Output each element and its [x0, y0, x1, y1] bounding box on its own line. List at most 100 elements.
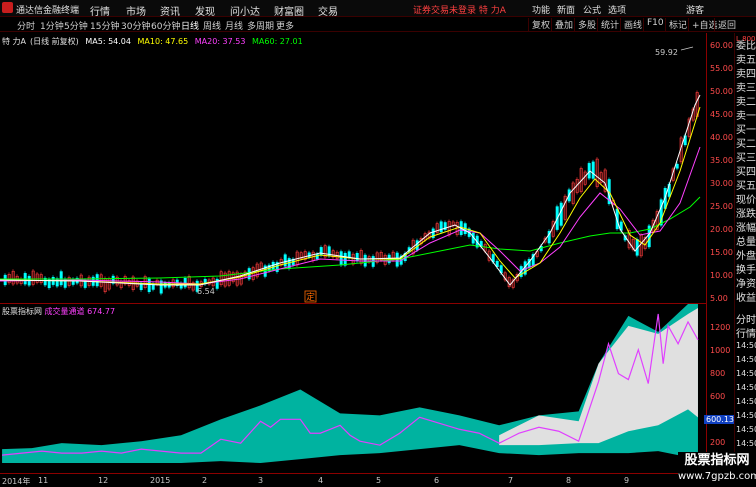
time-label: 2015 [150, 476, 171, 485]
price-chart[interactable]: 59.92 6.54 定 [0, 33, 706, 303]
period-toolbar: 分时 1分钟 5分钟 15分钟 30分钟 60分钟 日线 周线 月线 多周期 更… [0, 17, 756, 32]
candle-body [59, 271, 63, 286]
mark-button[interactable]: 标记 [665, 18, 687, 31]
candle-body [339, 251, 343, 266]
side-item: 买三 [736, 153, 756, 164]
time-label: 6 [434, 476, 440, 485]
event-marker[interactable]: 定 [306, 291, 315, 303]
time-label: 5 [376, 476, 382, 485]
period-intraday[interactable]: 分时 [17, 19, 35, 32]
menu-quotes[interactable]: 行情 [90, 3, 110, 18]
menu-market[interactable]: 市场 [126, 3, 146, 18]
high-price-label: 59.92 [655, 48, 678, 57]
overlay-button[interactable]: 叠加 [551, 18, 573, 31]
menu-ask[interactable]: 问小达 [230, 3, 260, 18]
price-tick: 15.00 [710, 248, 733, 257]
candle-body [319, 247, 323, 256]
period-60min[interactable]: 60分钟 [151, 19, 180, 32]
side-item: 涨幅 [736, 223, 756, 234]
tick-time: 14:50 [736, 397, 756, 406]
candle-body [591, 161, 595, 179]
menu-options[interactable]: 选项 [608, 3, 626, 16]
side-item: 委比 [736, 41, 756, 52]
period-5min[interactable]: 5分钟 [64, 19, 88, 32]
period-multi[interactable]: 多周期 [247, 19, 274, 32]
candle-body [675, 163, 679, 169]
side-item: 净资 [736, 279, 756, 290]
price-tick: 35.00 [710, 156, 733, 165]
login-notice[interactable]: 证券交易未登录 特 力A [413, 3, 506, 16]
tick-time: 14:50 [736, 439, 756, 448]
price-tick: 60.00 [710, 41, 733, 50]
indicator-tick: 600 [710, 392, 726, 401]
period-15min[interactable]: 15分钟 [90, 19, 119, 32]
side-item: 卖五 [736, 55, 756, 66]
side-tab-quotes[interactable]: 行情 [736, 325, 756, 340]
price-tick: 55.00 [710, 64, 733, 73]
time-axis: 2014年 11 12 2015 2 3 4 5 6 7 8 9 [0, 473, 706, 487]
time-label: 12 [98, 476, 109, 485]
time-label: 8 [566, 476, 572, 485]
period-monthly[interactable]: 月线 [225, 19, 243, 32]
candle-body [55, 278, 59, 287]
price-tick: 40.00 [710, 133, 733, 142]
tick-time: 14:50 [736, 341, 756, 350]
volume-channel-chart[interactable] [0, 303, 706, 473]
time-label: 2 [202, 476, 208, 485]
menu-new-page[interactable]: 新面 [557, 3, 575, 16]
menu-news[interactable]: 资讯 [160, 3, 180, 18]
period-weekly[interactable]: 周线 [203, 19, 221, 32]
candle-body [439, 221, 443, 233]
tick-time: 14:50 [736, 383, 756, 392]
side-item: 现价 [736, 195, 756, 206]
ma20-line [0, 146, 701, 285]
time-label: 11 [38, 476, 49, 485]
candle-body [343, 252, 347, 266]
adjust-button[interactable]: 复权 [528, 18, 550, 31]
indicator-tick: 800 [710, 369, 726, 378]
tick-time: 14:50 [736, 369, 756, 378]
price-tick: 25.00 [710, 202, 733, 211]
stats-button[interactable]: 统计 [597, 18, 619, 31]
menu-trade[interactable]: 交易 [318, 3, 338, 18]
f10-button[interactable]: F10 [643, 18, 664, 31]
side-item: 买四 [736, 167, 756, 178]
period-more[interactable]: 更多 [276, 19, 294, 32]
draw-button[interactable]: 画线 [620, 18, 642, 31]
side-item: 外盘 [736, 251, 756, 262]
candle-body [159, 280, 163, 294]
side-item: 卖二 [736, 97, 756, 108]
time-label: 7 [508, 476, 514, 485]
menu-guest[interactable]: 游客 [686, 3, 704, 16]
menu-discover[interactable]: 发现 [195, 3, 215, 18]
price-tick: 10.00 [710, 271, 733, 280]
period-30min[interactable]: 30分钟 [121, 19, 150, 32]
candle-body [183, 277, 187, 288]
side-item: 卖三 [736, 83, 756, 94]
side-tab-intraday[interactable]: 分时 [736, 311, 756, 326]
menu-wealth[interactable]: 财富圈 [274, 3, 304, 18]
indicator-tick: 200 [710, 438, 726, 447]
side-item: 买五 [736, 181, 756, 192]
side-item: 买二 [736, 139, 756, 150]
tick-time: 14:50 [736, 411, 756, 420]
high-price-pointer [680, 46, 694, 51]
price-tick: 45.00 [710, 110, 733, 119]
menu-function[interactable]: 功能 [532, 3, 550, 16]
time-label: 9 [624, 476, 630, 485]
side-item: 买一 [736, 125, 756, 136]
period-daily[interactable]: 日线 [181, 19, 199, 32]
indicator-tick: 1200 [710, 323, 731, 332]
multi-stock-button[interactable]: 多股 [574, 18, 596, 31]
side-item: 收益 [736, 293, 756, 304]
period-1min[interactable]: 1分钟 [40, 19, 64, 32]
back-button[interactable]: 返回 [714, 18, 736, 31]
time-label: 2014年 [2, 477, 31, 486]
indicator-tick: 1000 [710, 346, 731, 355]
watermark-url: www.7gpzb.com [678, 471, 756, 482]
side-item: 卖一 [736, 111, 756, 122]
side-item: 换手 [736, 265, 756, 276]
menu-formula[interactable]: 公式 [583, 3, 601, 16]
candle-body [355, 252, 359, 262]
quote-side-panel[interactable]: L 800 委比 卖五 卖四 卖三 卖二 卖一 买一 买二 买三 买四 买五 现… [734, 33, 756, 473]
